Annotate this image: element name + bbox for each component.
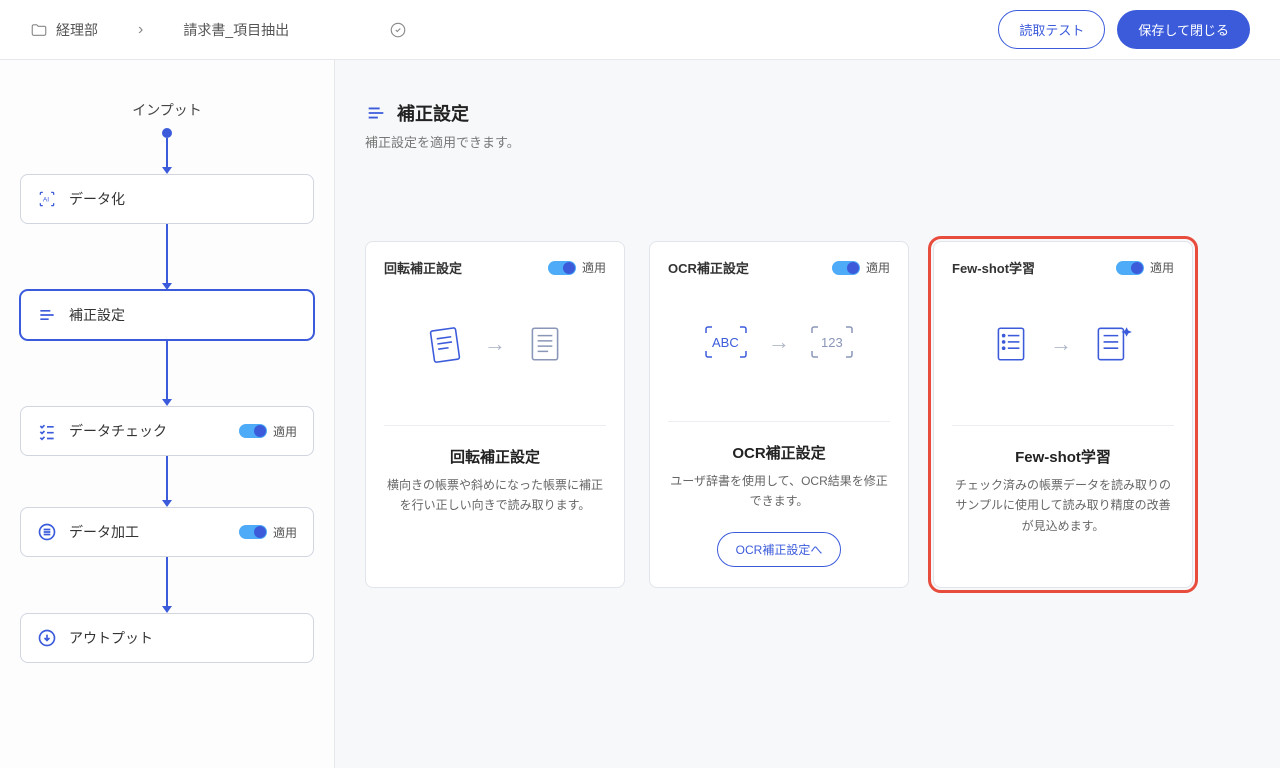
arrow-right-icon: → — [768, 329, 790, 355]
edit-icon[interactable] — [389, 21, 407, 39]
ai-icon: AI — [37, 189, 57, 209]
card-fewshot[interactable]: Few-shot学習 適用 → Few-shot学習 チェック済みの帳票データを… — [933, 241, 1193, 588]
card-rotation-head: 回転補正設定 — [384, 258, 462, 277]
breadcrumb-folder[interactable]: 経理部 — [30, 20, 98, 40]
fewshot-illustration: → — [954, 323, 1172, 365]
flow-node-correction[interactable]: 補正設定 — [20, 290, 314, 340]
card-rotation[interactable]: 回転補正設定 適用 → 回転補正設定 横向きの帳票や斜めになった帳票に補正を行い… — [365, 241, 625, 588]
flow-node-data[interactable]: AI データ化 — [20, 174, 314, 224]
process-icon — [37, 522, 57, 542]
correction-icon — [37, 305, 57, 325]
read-test-button[interactable]: 読取テスト — [998, 10, 1105, 49]
correction-icon — [365, 102, 387, 124]
flow-node-process[interactable]: データ加工 適用 — [20, 507, 314, 557]
breadcrumb-doc[interactable]: 請求書_項目抽出 — [183, 20, 289, 40]
chevron-right-icon: › — [138, 21, 143, 39]
card-fewshot-head: Few-shot学習 — [952, 258, 1035, 277]
folder-icon — [30, 21, 48, 39]
flow-node-process-toggle[interactable]: 適用 — [239, 524, 297, 541]
workflow-sidebar: インプット AI データ化 補正設定 データチェック 適用 データ加工 適用 ア… — [0, 60, 335, 768]
card-rotation-toggle[interactable]: 適用 — [548, 259, 606, 276]
svg-text:AI: AI — [43, 197, 49, 204]
arrow-right-icon: → — [1050, 331, 1072, 357]
rotation-illustration: → — [386, 323, 604, 365]
save-close-button[interactable]: 保存して閉じる — [1117, 10, 1250, 49]
card-ocr-title: OCR補正設定 — [650, 422, 908, 471]
flow-input-label: インプット — [20, 100, 314, 120]
flow-node-output-label: アウトプット — [69, 628, 153, 648]
settings-cards: 回転補正設定 適用 → 回転補正設定 横向きの帳票や斜めになった帳票に補正を行い… — [365, 241, 1250, 588]
breadcrumb: 経理部 › 請求書_項目抽出 — [30, 20, 407, 40]
card-ocr-desc: ユーザ辞書を使用して、OCR結果を修正できます。 — [650, 471, 908, 532]
section-subtitle: 補正設定を適用できます。 — [365, 132, 1250, 151]
flow-node-data-label: データ化 — [69, 189, 125, 209]
svg-text:123: 123 — [821, 335, 843, 350]
card-fewshot-title: Few-shot学習 — [934, 426, 1192, 475]
breadcrumb-doc-label: 請求書_項目抽出 — [183, 20, 289, 40]
main-content: 補正設定 補正設定を適用できます。 回転補正設定 適用 → 回転補正設定 — [335, 60, 1280, 768]
flow-node-process-label: データ加工 — [69, 522, 139, 542]
section-title: 補正設定 — [365, 100, 1250, 126]
flow-node-check[interactable]: データチェック 適用 — [20, 406, 314, 456]
flow-node-check-toggle[interactable]: 適用 — [239, 423, 297, 440]
card-ocr-link[interactable]: OCR補正設定へ — [717, 532, 842, 567]
card-fewshot-desc: チェック済みの帳票データを読み取りのサンプルに使用して読み取り精度の改善が見込め… — [934, 475, 1192, 556]
flow-node-check-label: データチェック — [69, 421, 167, 441]
card-fewshot-toggle[interactable]: 適用 — [1116, 259, 1174, 276]
arrow-right-icon: → — [484, 331, 506, 357]
app-header: 経理部 › 請求書_項目抽出 読取テスト 保存して閉じる — [0, 0, 1280, 60]
flow-node-output[interactable]: アウトプット — [20, 613, 314, 663]
card-ocr-toggle[interactable]: 適用 — [832, 259, 890, 276]
flow-node-correction-label: 補正設定 — [69, 305, 125, 325]
breadcrumb-folder-label: 経理部 — [56, 20, 98, 40]
card-ocr[interactable]: OCR補正設定 適用 ABC → 123 OCR補正設定 ユーザ辞書を使用して、… — [649, 241, 909, 588]
card-rotation-desc: 横向きの帳票や斜めになった帳票に補正を行い正しい向きで読み取ります。 — [366, 475, 624, 536]
svg-text:ABC: ABC — [712, 335, 739, 350]
card-rotation-title: 回転補正設定 — [366, 426, 624, 475]
download-icon — [37, 628, 57, 648]
flow-start-dot — [162, 128, 172, 138]
card-ocr-head: OCR補正設定 — [668, 258, 749, 277]
header-actions: 読取テスト 保存して閉じる — [998, 10, 1250, 49]
ocr-illustration: ABC → 123 — [670, 323, 888, 361]
checklist-icon — [37, 421, 57, 441]
